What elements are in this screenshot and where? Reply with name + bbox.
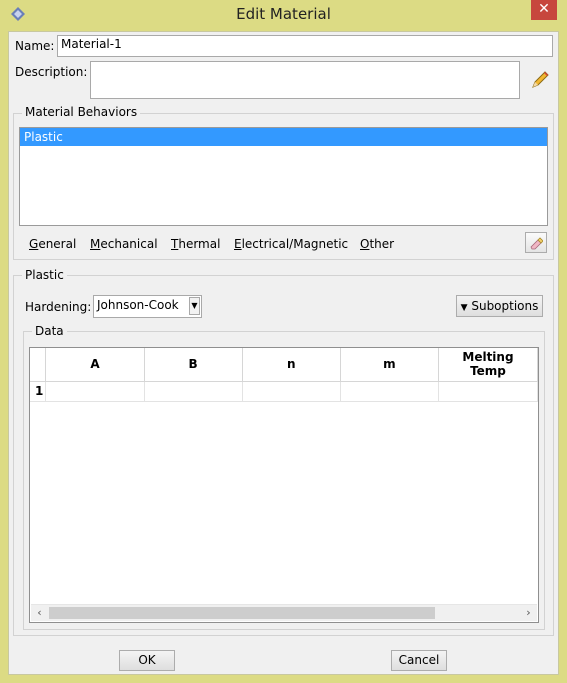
table-cell[interactable] <box>438 381 538 402</box>
scroll-thumb[interactable] <box>49 607 435 619</box>
triangle-down-icon: ▼ <box>460 303 468 313</box>
table-cell[interactable] <box>242 381 341 402</box>
scroll-right-icon[interactable]: › <box>520 605 537 622</box>
table-cell[interactable] <box>340 381 439 402</box>
table-cell[interactable] <box>144 381 243 402</box>
close-button[interactable]: ✕ <box>531 0 557 20</box>
horizontal-scrollbar[interactable]: ‹ › <box>31 604 537 621</box>
menu-thermal-label: hermal <box>178 237 221 251</box>
delete-behavior-button[interactable] <box>525 232 547 253</box>
menu-general[interactable]: General <box>29 237 76 251</box>
table-row: 1 <box>30 381 538 402</box>
pencil-icon[interactable] <box>529 69 551 91</box>
plastic-title: Plastic <box>22 268 67 282</box>
eraser-icon <box>530 236 543 249</box>
corner-cell <box>30 348 47 382</box>
menu-other-label: ther <box>369 237 395 251</box>
menu-electrical-label: lectrical/Magnetic <box>241 237 349 251</box>
menu-mechanical-mnemonic: M <box>90 237 101 251</box>
column-header[interactable]: B <box>144 348 243 382</box>
description-label: Description: <box>15 65 88 79</box>
column-header[interactable]: A <box>45 348 145 382</box>
menu-general-mnemonic: G <box>29 237 39 251</box>
behavior-menu-bar: General Mechanical Thermal Electrical/Ma… <box>29 237 509 255</box>
window-title: Edit Material <box>236 5 331 23</box>
suboptions-button[interactable]: ▼ Suboptions <box>456 295 543 317</box>
hardening-value: Johnson-Cook <box>97 298 179 312</box>
menu-thermal[interactable]: Thermal <box>171 237 220 251</box>
ok-button[interactable]: OK <box>119 650 175 671</box>
table-cell[interactable] <box>45 381 145 402</box>
material-behaviors-title: Material Behaviors <box>22 105 141 119</box>
dialog-body: Name: Material-1 Description: Material B… <box>8 31 559 675</box>
behaviors-list[interactable]: Plastic <box>19 127 548 226</box>
menu-mechanical-label: echanical <box>100 237 158 251</box>
cancel-button[interactable]: Cancel <box>391 650 447 671</box>
data-title: Data <box>32 324 67 338</box>
data-table[interactable]: A B n m Melting Temp 1 ‹ › <box>29 347 539 623</box>
menu-mechanical[interactable]: Mechanical <box>90 237 158 251</box>
column-header[interactable]: Melting Temp <box>438 348 538 382</box>
menu-electrical-magnetic[interactable]: Electrical/Magnetic <box>234 237 348 251</box>
hardening-select[interactable]: Johnson-Cook ▼ <box>93 295 202 318</box>
suboptions-label: Suboptions <box>471 299 539 313</box>
hardening-label: Hardening: <box>25 300 92 314</box>
scroll-left-icon[interactable]: ‹ <box>31 605 48 622</box>
header-row: A B n m Melting Temp <box>30 348 538 382</box>
edit-material-window: Edit Material ✕ Name: Material-1 Descrip… <box>0 0 567 683</box>
data-grid: A B n m Melting Temp 1 <box>30 348 538 402</box>
title-bar[interactable]: Edit Material ✕ <box>0 0 567 30</box>
menu-general-label: eneral <box>38 237 77 251</box>
name-field[interactable]: Material-1 <box>57 35 553 57</box>
row-header[interactable]: 1 <box>30 381 47 402</box>
chevron-down-icon: ▼ <box>189 297 200 315</box>
column-header[interactable]: n <box>242 348 341 382</box>
name-label: Name: <box>15 39 55 53</box>
menu-electrical-mnemonic: E <box>234 237 242 251</box>
list-item[interactable]: Plastic <box>20 128 547 146</box>
column-header[interactable]: m <box>340 348 439 382</box>
menu-other[interactable]: Other <box>360 237 394 251</box>
description-field[interactable] <box>90 61 520 99</box>
